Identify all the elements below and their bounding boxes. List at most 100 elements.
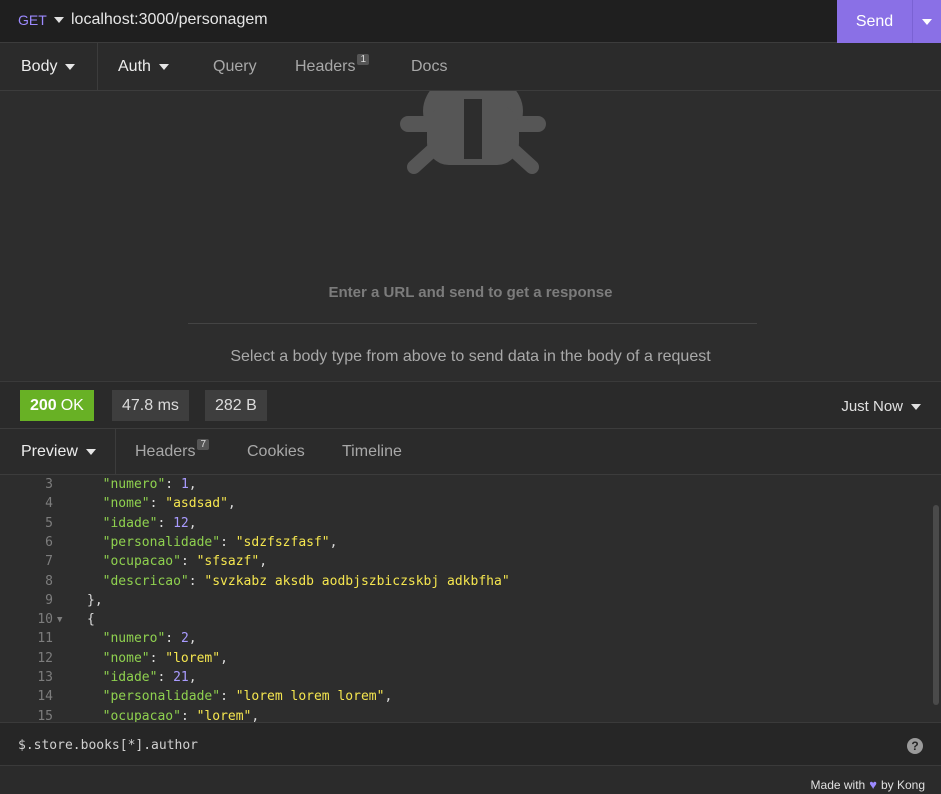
tab-auth[interactable]: Auth (118, 43, 169, 91)
json-value: "sfsazf" (196, 554, 260, 570)
code-line: 13 "idade": 21, (0, 668, 930, 687)
json-key: "personalidade" (102, 689, 221, 705)
method-selector[interactable]: GET (18, 12, 64, 28)
history-label: Just Now (841, 398, 903, 415)
code-line: 14 "personalidade": "lorem lorem lorem", (0, 687, 930, 706)
response-preview-code[interactable]: 3 "numero": 1, 4 "nome": "asdsad", 5 "idad… (0, 475, 941, 722)
code-text: "idade": 12, (102, 515, 197, 531)
line-number: 5 (45, 515, 53, 531)
json-key: "numero" (102, 631, 166, 647)
code-line: 10 ▼ { (0, 610, 930, 629)
empty-state-title: Enter a URL and send to get a response (328, 284, 613, 301)
response-headers-count-badge: 7 (197, 438, 210, 450)
tab-auth-label: Auth (118, 58, 151, 75)
line-number: 7 (45, 554, 53, 570)
tab-response-headers[interactable]: Headers 7 (135, 429, 210, 475)
fold-icon[interactable]: ▼ (53, 615, 67, 625)
tab-query-label: Query (213, 58, 257, 75)
code-text: "numero": 1, (102, 477, 197, 492)
json-key: "ocupacao" (102, 708, 181, 722)
empty-state-subtitle: Select a body type from above to send da… (230, 348, 711, 365)
code-line: 3 "numero": 1, (0, 475, 930, 494)
line-number: 8 (45, 573, 53, 589)
send-button[interactable]: Send (837, 0, 912, 43)
method-label: GET (18, 12, 47, 28)
json-value: 1 (180, 477, 189, 492)
response-status-bar: 200 OK 47.8 ms 282 B Just Now (0, 381, 941, 429)
line-number: 10 (37, 612, 53, 628)
chevron-down-icon (53, 17, 64, 23)
tab-response-headers-label: Headers (135, 443, 196, 460)
scrollbar[interactable] (933, 505, 939, 705)
response-time-badge: 47.8 ms (112, 390, 189, 421)
heart-icon: ♥ (869, 777, 877, 792)
code-line: 15 "ocupacao": "lorem", (0, 707, 930, 722)
json-key: "nome" (102, 496, 150, 512)
response-tabs: Preview Headers 7 Cookies Timeline (0, 429, 941, 475)
help-icon[interactable]: ? (907, 738, 923, 754)
code-text: "personalidade": "lorem lorem lorem", (102, 689, 393, 705)
tab-divider (97, 43, 98, 91)
tab-timeline[interactable]: Timeline (342, 429, 402, 475)
divider (188, 323, 757, 324)
code-text: "nome": "lorem", (102, 650, 228, 666)
json-value: "lorem" (165, 650, 221, 666)
response-history-dropdown[interactable]: Just Now (841, 398, 921, 415)
line-number: 6 (45, 534, 53, 550)
line-number: 4 (45, 496, 53, 512)
code-text: "ocupacao": "sfsazf", (102, 554, 268, 570)
json-value: "asdsad" (165, 496, 228, 512)
code-text: "personalidade": "sdzfszfasf", (102, 534, 338, 550)
tab-cookies-label: Cookies (247, 443, 305, 460)
filter-input[interactable] (18, 734, 878, 756)
json-key: "numero" (102, 477, 166, 492)
line-number: 3 (45, 477, 53, 492)
send-button-group: Send (837, 0, 941, 43)
code-text: "idade": 21, (102, 670, 197, 685)
made-with-kong: Made with ♥ by Kong (811, 777, 925, 792)
json-value: "svzkabz aksdb aodbjszbiczskbj adkbfha" (204, 573, 510, 589)
code-line: 12 "nome": "lorem", (0, 649, 930, 668)
chevron-down-icon (922, 18, 932, 25)
tab-cookies[interactable]: Cookies (247, 429, 305, 475)
json-value: 21 (173, 670, 189, 685)
tab-preview-label: Preview (21, 443, 78, 460)
code-text: "numero": 2, (102, 631, 197, 647)
send-options-button[interactable] (912, 0, 941, 43)
line-number: 15 (37, 708, 53, 722)
chevron-down-icon (65, 64, 76, 70)
json-key: "descricao" (102, 573, 189, 589)
line-number: 12 (37, 650, 53, 666)
chevron-down-icon (158, 64, 169, 70)
tab-headers[interactable]: Headers 1 (295, 43, 370, 91)
url-input[interactable]: localhost:3000/personagem (71, 11, 268, 29)
code-text: "descricao": "svzkabz aksdb aodbjszbiczs… (102, 573, 510, 589)
json-value: "lorem" (196, 708, 252, 722)
tab-docs[interactable]: Docs (411, 43, 447, 91)
tab-docs-label: Docs (411, 58, 448, 75)
tab-body[interactable]: Body (21, 43, 76, 91)
footer: Made with ♥ by Kong (0, 766, 941, 794)
code-line: 8 "descricao": "svzkabz aksdb aodbjszbic… (0, 572, 930, 591)
url-bar: GET localhost:3000/personagem Send (0, 0, 941, 43)
json-value: "sdzfszfasf" (235, 534, 330, 550)
code-line: 9}, (0, 591, 930, 610)
json-key: "nome" (102, 650, 150, 666)
code-line: 6 "personalidade": "sdzfszfasf", (0, 533, 930, 552)
by-kong-label: by Kong (880, 777, 925, 792)
code-text: { (87, 612, 95, 628)
code-text: "nome": "asdsad", (102, 496, 236, 512)
tab-preview[interactable]: Preview (21, 429, 96, 475)
json-key: "idade" (102, 670, 158, 685)
line-number: 13 (37, 670, 53, 685)
line-number: 11 (37, 631, 53, 647)
json-key: "ocupacao" (102, 554, 181, 570)
tab-body-label: Body (21, 58, 58, 75)
tab-query[interactable]: Query (213, 43, 257, 91)
json-key: "personalidade" (102, 534, 221, 550)
tab-divider (115, 429, 116, 475)
code-line: 4 "nome": "asdsad", (0, 494, 930, 513)
chevron-down-icon (85, 449, 96, 455)
tab-timeline-label: Timeline (342, 443, 402, 460)
code-line: 7 "ocupacao": "sfsazf", (0, 552, 930, 571)
